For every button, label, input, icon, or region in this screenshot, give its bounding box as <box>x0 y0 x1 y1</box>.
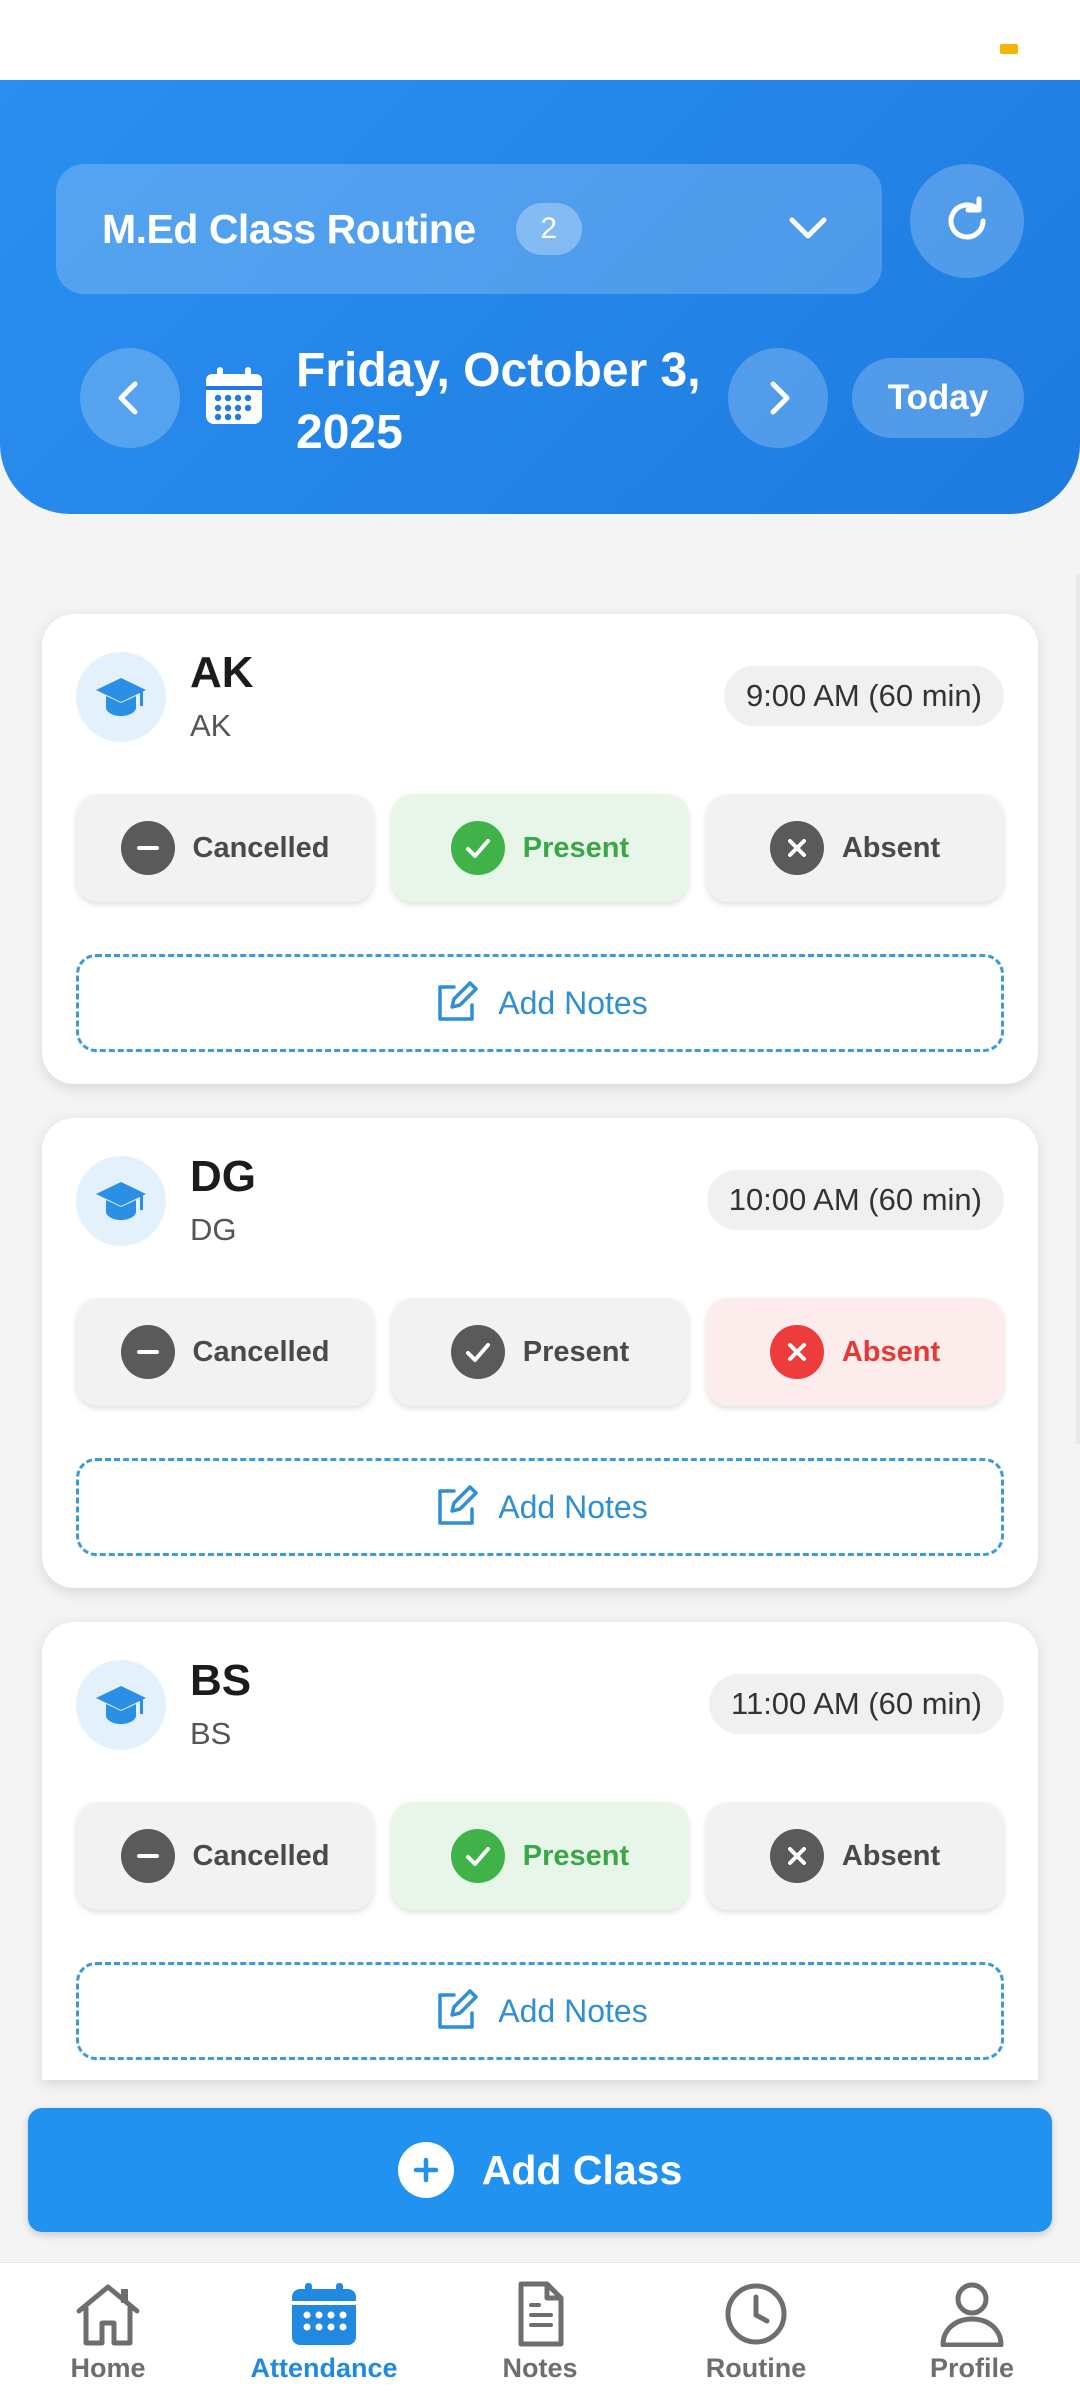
nav-notes-label: Notes <box>502 2353 578 2383</box>
status-options: Cancelled Present Absent <box>76 794 1004 902</box>
graduation-cap-icon <box>76 1156 166 1246</box>
class-subtitle: DG <box>190 1212 237 1247</box>
nav-routine[interactable]: Routine <box>656 2281 856 2399</box>
user-icon <box>940 2282 1004 2347</box>
add-notes-button[interactable]: Add Notes <box>76 1458 1004 1556</box>
status-bar <box>0 0 1080 80</box>
class-time: 9:00 AM (60 min) <box>723 666 1004 726</box>
edit-note-icon <box>438 1989 479 2029</box>
minus-icon <box>120 1829 175 1883</box>
chevron-left-icon <box>118 381 138 415</box>
absent-label: Absent <box>841 831 941 864</box>
calendar-icon <box>292 2283 356 2345</box>
present-label: Present <box>522 831 630 864</box>
battery-icon <box>1000 44 1018 54</box>
class-subtitle: AK <box>190 708 232 743</box>
graduation-cap-icon <box>76 652 166 742</box>
class-subtitle: BS <box>190 1716 232 1751</box>
nav-profile-label: Profile <box>929 2353 1015 2383</box>
check-icon <box>450 1829 505 1883</box>
minus-icon <box>120 821 175 875</box>
present-label: Present <box>522 1839 630 1872</box>
absent-button[interactable]: Absent <box>706 794 1004 902</box>
nav-profile[interactable]: Profile <box>872 2281 1072 2399</box>
cancelled-label: Cancelled <box>192 1839 330 1872</box>
status-options: Cancelled Present Absent <box>76 1802 1004 1910</box>
present-button[interactable]: Present <box>391 794 689 902</box>
present-label: Present <box>522 1335 630 1368</box>
previous-day-button[interactable] <box>80 348 180 448</box>
next-day-button[interactable] <box>728 348 828 448</box>
edit-note-icon <box>438 1485 479 1525</box>
clock-icon <box>725 2283 787 2345</box>
chevron-right-icon <box>770 381 790 415</box>
add-notes-button[interactable]: Add Notes <box>76 954 1004 1052</box>
date-line-1: Friday, October 3, <box>296 344 701 397</box>
cancelled-button[interactable]: Cancelled <box>76 794 374 902</box>
present-button[interactable]: Present <box>391 1298 689 1406</box>
header: M.Ed Class Routine 2 Friday, October 3, … <box>0 80 1080 514</box>
check-icon <box>450 1325 505 1379</box>
close-icon <box>769 1325 824 1379</box>
routine-selector[interactable]: M.Ed Class Routine 2 <box>56 164 882 294</box>
nav-routine-label: Routine <box>705 2353 807 2383</box>
add-notes-label: Add Notes <box>498 1488 648 1525</box>
add-notes-label: Add Notes <box>498 984 648 1021</box>
nav-home-label: Home <box>70 2353 146 2383</box>
absent-label: Absent <box>841 1335 941 1368</box>
chevron-down-icon <box>789 217 827 239</box>
nav-attendance-label: Attendance <box>250 2353 398 2383</box>
status-options: Cancelled Present Absent <box>76 1298 1004 1406</box>
nav-notes[interactable]: Notes <box>440 2281 640 2399</box>
cancelled-button[interactable]: Cancelled <box>76 1298 374 1406</box>
class-code: DG <box>190 1152 256 1201</box>
current-date: Friday, October 3, 2025 <box>296 340 726 464</box>
document-icon <box>518 2281 564 2347</box>
minus-icon <box>120 1325 175 1379</box>
add-class-label: Add Class <box>481 2146 683 2193</box>
refresh-button[interactable] <box>910 164 1024 278</box>
graduation-cap-icon <box>76 1660 166 1750</box>
check-icon <box>450 821 505 875</box>
absent-button[interactable]: Absent <box>706 1802 1004 1910</box>
cancelled-button[interactable]: Cancelled <box>76 1802 374 1910</box>
scrollbar[interactable] <box>1076 574 1080 1444</box>
edit-note-icon <box>438 981 479 1021</box>
cancelled-label: Cancelled <box>192 831 330 864</box>
nav-attendance[interactable]: Attendance <box>224 2281 424 2399</box>
class-card: DG DG 10:00 AM (60 min) Cancelled Presen… <box>42 1118 1038 1588</box>
absent-label: Absent <box>841 1839 941 1872</box>
cancelled-label: Cancelled <box>192 1335 330 1368</box>
add-class-button[interactable]: Add Class <box>28 2108 1052 2232</box>
home-icon <box>76 2284 140 2346</box>
add-notes-label: Add Notes <box>498 1992 648 2029</box>
routine-title: M.Ed Class Routine <box>102 205 476 252</box>
class-code: BS <box>190 1656 252 1705</box>
bottom-navigation: Home Attendance Notes Routine Profile <box>0 2262 1080 2400</box>
routine-count-badge: 2 <box>515 203 582 255</box>
class-card: AK AK 9:00 AM (60 min) Cancelled Present… <box>42 614 1038 1084</box>
class-time: 10:00 AM (60 min) <box>706 1170 1004 1230</box>
class-card: BS BS 11:00 AM (60 min) Cancelled Presen… <box>42 1622 1038 2080</box>
plus-icon <box>397 2142 454 2198</box>
close-icon <box>769 1829 824 1883</box>
date-line-2: 2025 <box>296 406 403 459</box>
today-button[interactable]: Today <box>852 358 1024 438</box>
calendar-icon <box>206 367 262 424</box>
nav-home[interactable]: Home <box>8 2281 208 2399</box>
absent-button[interactable]: Absent <box>706 1298 1004 1406</box>
present-button[interactable]: Present <box>391 1802 689 1910</box>
close-icon <box>769 821 824 875</box>
refresh-icon <box>948 196 986 240</box>
add-notes-button[interactable]: Add Notes <box>76 1962 1004 2060</box>
class-time: 11:00 AM (60 min) <box>709 1674 1004 1734</box>
class-code: AK <box>190 648 254 697</box>
